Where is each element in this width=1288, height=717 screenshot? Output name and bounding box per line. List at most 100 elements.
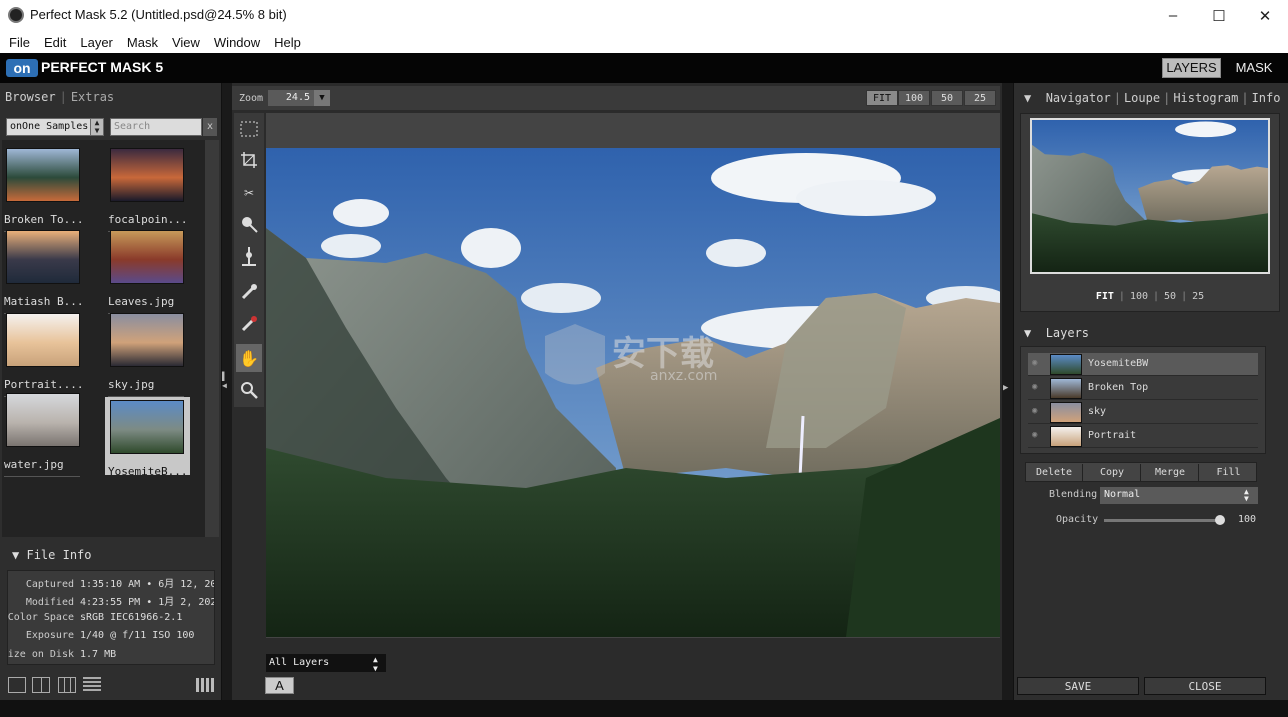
thumbnail-image[interactable]: [6, 148, 80, 202]
thumbnail-image[interactable]: [110, 400, 184, 454]
thumbnail-label: Broken To...: [4, 213, 84, 226]
thumbnail-image[interactable]: [6, 230, 80, 284]
thumbnail-image[interactable]: [110, 148, 184, 202]
dropper-remove-icon[interactable]: [236, 310, 262, 338]
navigator-preview[interactable]: [1030, 118, 1270, 274]
layers-header[interactable]: ▼ Layers: [1024, 326, 1089, 340]
list-view-icon[interactable]: [83, 677, 101, 693]
zoom-dropdown-icon[interactable]: ▼: [314, 90, 330, 106]
app-header: [0, 53, 1288, 83]
menu-help[interactable]: Help: [267, 35, 308, 50]
thumbnail-image[interactable]: [110, 313, 184, 367]
layer-row[interactable]: ◉ Broken Top: [1028, 377, 1258, 400]
zoom-icon[interactable]: [236, 376, 262, 404]
thumbnail-item[interactable]: YosemiteB...: [108, 397, 188, 478]
menu-window[interactable]: Window: [207, 35, 267, 50]
thumbnail-item[interactable]: Broken To...: [4, 145, 84, 232]
close-window-button[interactable]: ✕: [1242, 0, 1288, 31]
blending-select[interactable]: Normal: [1100, 487, 1258, 504]
search-input[interactable]: Search: [110, 118, 202, 136]
scissors-icon[interactable]: ✂: [236, 178, 262, 206]
menu-file[interactable]: File: [2, 35, 37, 50]
maximize-button[interactable]: ☐: [1196, 0, 1242, 31]
onone-logo-icon: on: [6, 59, 38, 77]
layers-mode-button[interactable]: LAYERS: [1162, 58, 1221, 78]
collapse-triangle-icon: ▼: [12, 548, 20, 562]
nav-zoom-fit[interactable]: FIT: [1096, 291, 1114, 302]
nav-zoom-50[interactable]: 50: [1164, 291, 1176, 302]
thumbnail-item[interactable]: focalpoin...: [108, 145, 188, 232]
split-view-icon[interactable]: [32, 677, 50, 693]
info-row-size: Size on Disk 1.7 MB: [7, 649, 117, 660]
eye-icon[interactable]: ◉: [1032, 430, 1042, 440]
select-updown-icon[interactable]: ▲ ▼: [373, 655, 378, 673]
collapse-triangle-icon[interactable]: ▼: [1024, 91, 1031, 105]
search-clear-button[interactable]: x: [203, 118, 217, 136]
zoom-fit-button[interactable]: FIT: [866, 90, 898, 106]
pin-icon[interactable]: [236, 242, 262, 270]
tab-browser[interactable]: Browser: [5, 90, 56, 104]
eye-icon[interactable]: ◉: [1032, 358, 1042, 368]
brush-plus-icon[interactable]: [236, 210, 262, 238]
thumbnail-item[interactable]: Leaves.jpg: [108, 227, 188, 314]
zoom-input[interactable]: 24.5: [268, 90, 314, 106]
file-info-header[interactable]: ▼ File Info: [12, 548, 92, 562]
menu-view[interactable]: View: [165, 35, 207, 50]
minimize-button[interactable]: –: [1150, 0, 1196, 31]
menu-edit[interactable]: Edit: [37, 35, 73, 50]
rect-select-icon[interactable]: [236, 115, 262, 143]
delete-layer-button[interactable]: Delete: [1026, 464, 1083, 481]
watermark: 安下载 anxz.com: [540, 318, 760, 398]
thumbnail-image[interactable]: [110, 230, 184, 284]
thumbnail-label: sky.jpg: [108, 378, 155, 391]
tab-extras[interactable]: Extras: [71, 90, 114, 104]
hand-icon[interactable]: ✋: [236, 344, 262, 372]
select-updown-icon[interactable]: ▲ ▼: [1244, 488, 1249, 503]
crop-icon[interactable]: [236, 146, 262, 174]
tab-loupe[interactable]: Loupe: [1124, 91, 1160, 105]
browser-tabs: Browser | Extras: [5, 90, 114, 104]
save-button[interactable]: SAVE: [1017, 677, 1139, 695]
layer-row[interactable]: ◉ sky: [1028, 401, 1258, 424]
fill-layer-button[interactable]: Fill: [1200, 464, 1257, 481]
thumbnail-image[interactable]: [6, 313, 80, 367]
nav-zoom-25[interactable]: 25: [1192, 291, 1204, 302]
thumbnail-item[interactable]: Matiash B...: [4, 227, 84, 314]
browser-scrollbar[interactable]: [205, 140, 219, 537]
nav-zoom-100[interactable]: 100: [1130, 291, 1148, 302]
thumbnail-item[interactable]: Portrait....: [4, 310, 84, 397]
select-updown-icon[interactable]: ▲ ▼: [90, 118, 104, 136]
opacity-slider[interactable]: [1104, 519, 1224, 522]
eye-icon[interactable]: ◉: [1032, 406, 1042, 416]
mask-mode-button[interactable]: MASK: [1228, 58, 1280, 78]
eye-icon[interactable]: ◉: [1032, 382, 1042, 392]
tab-info[interactable]: Info: [1252, 91, 1281, 105]
thumbnail-item[interactable]: water.jpg: [4, 390, 84, 477]
tab-navigator[interactable]: Navigator: [1046, 91, 1111, 105]
layer-filter-select[interactable]: All Layers: [266, 654, 386, 672]
filmstrip-icon[interactable]: [196, 678, 214, 692]
file-info-box: Captured 1:35:10 AM • 6月 12, 20 Modified 4…: [7, 570, 215, 665]
menu-layer[interactable]: Layer: [73, 35, 120, 50]
right-panel-collapse-icon[interactable]: ▶: [1003, 383, 1012, 403]
app-icon: [8, 7, 24, 23]
thumbnail-image[interactable]: [6, 393, 80, 447]
single-view-icon[interactable]: [8, 677, 26, 693]
layer-row[interactable]: ◉ YosemiteBW: [1028, 353, 1258, 376]
grid-view-icon[interactable]: [58, 677, 76, 693]
merge-layer-button[interactable]: Merge: [1142, 464, 1199, 481]
thumbnail-item[interactable]: sky.jpg: [108, 310, 188, 397]
tab-histogram[interactable]: Histogram: [1173, 91, 1238, 105]
a-button[interactable]: A: [265, 677, 294, 694]
zoom-25-button[interactable]: 25: [964, 90, 996, 106]
menu-mask[interactable]: Mask: [120, 35, 165, 50]
info-row-captured: Captured 1:35:10 AM • 6月 12, 20: [25, 579, 215, 590]
opacity-slider-handle[interactable]: [1215, 515, 1225, 525]
left-panel-collapse-icon[interactable]: ▌ ◀: [222, 372, 231, 402]
zoom-100-button[interactable]: 100: [898, 90, 930, 106]
dropper-icon[interactable]: [236, 278, 262, 306]
copy-layer-button[interactable]: Copy: [1084, 464, 1141, 481]
zoom-50-button[interactable]: 50: [931, 90, 963, 106]
close-button[interactable]: CLOSE: [1144, 677, 1266, 695]
layer-row[interactable]: ◉ Portrait: [1028, 425, 1258, 448]
